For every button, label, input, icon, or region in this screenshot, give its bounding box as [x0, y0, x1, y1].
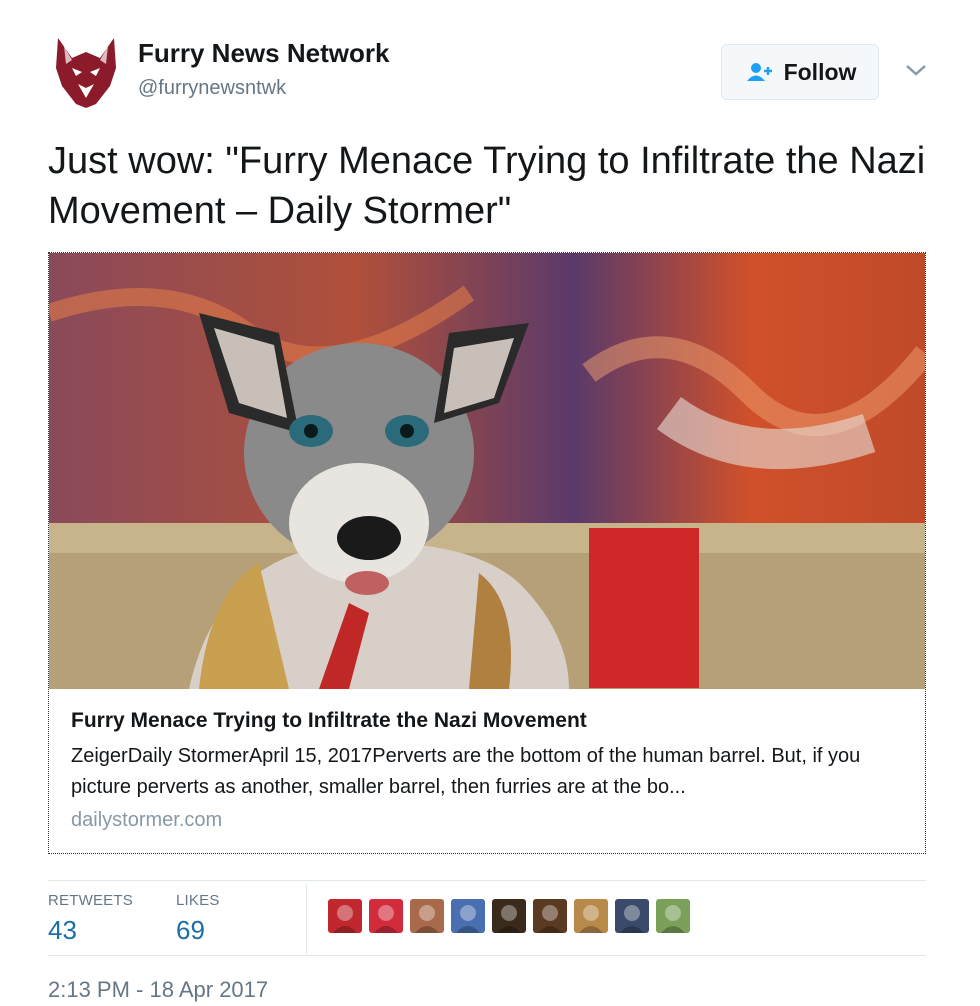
blue-wolf-avatar[interactable]	[615, 899, 649, 933]
red-dragon-avatar[interactable]	[328, 899, 362, 933]
brown-portrait-avatar[interactable]	[533, 899, 567, 933]
link-card[interactable]: Furry Menace Trying to Infiltrate the Na…	[48, 252, 926, 854]
likes-stat[interactable]: LIKES 69	[176, 892, 220, 946]
dark-character-avatar[interactable]	[492, 899, 526, 933]
card-title: Furry Menace Trying to Infiltrate the Na…	[71, 709, 587, 732]
card-image	[49, 253, 925, 689]
white-green-avatar[interactable]	[656, 899, 690, 933]
tweet-text: Just wow: "Furry Menace Trying to Infilt…	[48, 140, 926, 232]
follow-label: Follow	[783, 58, 857, 85]
account-name[interactable]: Furry News Network	[138, 38, 389, 69]
add-user-icon	[746, 63, 772, 81]
card-domain: dailystormer.com	[71, 809, 223, 831]
brown-dog-avatar[interactable]	[410, 899, 444, 933]
stats-bottom-divider	[48, 955, 926, 956]
chevron-down-icon	[906, 65, 926, 76]
stats-vertical-divider	[306, 884, 307, 954]
retweets-count: 43	[48, 915, 77, 945]
wolf-head-icon	[56, 38, 116, 108]
retweets-label: RETWEETS	[48, 892, 133, 909]
red-badge-avatar[interactable]	[369, 899, 403, 933]
stats-top-divider	[48, 880, 926, 881]
likers-list	[328, 899, 690, 933]
account-handle[interactable]: @furrynewsntwk	[138, 77, 286, 100]
likes-label: LIKES	[176, 892, 220, 909]
blonde-character-avatar[interactable]	[574, 899, 608, 933]
follow-button[interactable]: Follow	[721, 44, 879, 100]
account-avatar[interactable]	[50, 34, 122, 110]
likes-count: 69	[176, 915, 205, 945]
more-menu-caret[interactable]	[904, 60, 928, 80]
tweet-timestamp[interactable]: 2:13 PM - 18 Apr 2017	[48, 977, 268, 1003]
card-description: ZeigerDaily StormerApril 15, 2017Pervert…	[71, 745, 861, 798]
blue-fox-avatar[interactable]	[451, 899, 485, 933]
retweets-stat[interactable]: RETWEETS 43	[48, 892, 133, 946]
